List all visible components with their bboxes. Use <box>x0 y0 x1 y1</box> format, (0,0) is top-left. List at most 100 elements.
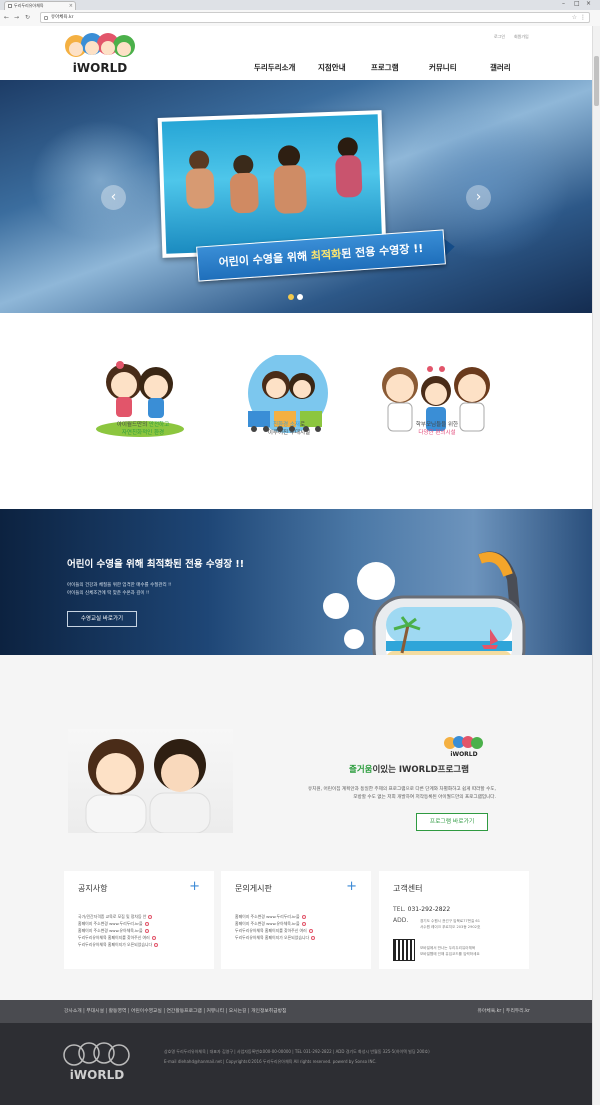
close-window-icon[interactable]: × <box>586 0 591 7</box>
forward-icon[interactable]: → <box>14 14 19 21</box>
slider-next-button[interactable]: › <box>466 185 491 210</box>
browser-menu-icon[interactable]: ⋮ <box>580 13 586 23</box>
item-title: 국가/민간자격증 교육로 모집 및 정차등 안 <box>78 914 147 919</box>
company-info-line: 상호명 두리두리유아체육 | 대표자 김영구 | 사업자등록번호000-00-0… <box>164 1049 430 1054</box>
list-item[interactable]: 홈페이지 주소변경 www.두리두리.kr을 <box>235 913 315 920</box>
new-badge-icon <box>311 936 316 940</box>
list-item[interactable]: 홈페이지 주소변경 www.유아체육.kr을 <box>78 927 158 934</box>
bookmark-star-icon[interactable]: ☆ <box>572 13 577 23</box>
program-description: 유치원, 어린이집 계획안과 동일한 주제의 프로그램으로 다른 단계와 차별화… <box>260 786 496 802</box>
list-item[interactable]: 두리두리유아체육 홈페이지가 오픈되었습니다 <box>235 934 316 941</box>
swim-class-button[interactable]: 수영교실 바로가기 <box>67 611 137 627</box>
caption-text: 로 <box>300 422 306 428</box>
child-figure <box>335 154 363 198</box>
heading-highlight: 즐거움 <box>349 765 373 775</box>
item-title: 홈페이지 주소변경 www.유아체육.kr을 <box>235 921 300 926</box>
nav-item-programs[interactable]: 프로그램 <box>371 62 399 73</box>
slider-prev-button[interactable]: ‹ <box>101 185 126 210</box>
child-figure <box>273 164 308 214</box>
caption-highlight: 친환경 소재 <box>272 422 300 428</box>
child-figure <box>229 172 259 214</box>
address-line: 서수원 레이크 푸르지오 203동 2902호 <box>420 925 481 929</box>
features-section: 아이월드만의 안전하고 자연친화적인 환경 친환경 소재로 이루어진 부대시설 <box>0 313 592 509</box>
caption-text: 아이월드만의 <box>116 422 149 428</box>
item-title: 두리두리유아체육 홈페이지가 오픈되었습니다 <box>235 935 310 940</box>
children-illustration <box>85 739 211 833</box>
url-input[interactable]: 유아체육.kr ☆ ⋮ <box>40 12 590 23</box>
background-blur <box>30 120 170 240</box>
program-button[interactable]: 프로그램 바로가기 <box>416 813 488 831</box>
footer-links[interactable]: 강사소개 | 부대시설 | 활동영역 | 어린이수영교실 | 연간활동프로그램 … <box>64 1007 286 1014</box>
pool-water <box>161 114 383 254</box>
caption-text: 학부모님들을 위한 <box>415 422 459 428</box>
phone-number: TEL. 031-292-2822 <box>393 906 450 913</box>
footer-logo: iWORLD <box>63 1042 130 1082</box>
tel-label: TEL. <box>393 906 406 913</box>
list-item[interactable]: 홈페이지 주소변경 www.두리두리.kr을 <box>78 920 158 927</box>
nav-item-branches[interactable]: 지점안내 <box>318 62 346 73</box>
feature-card: 친환경 소재로 이루어진 부대시설 <box>234 313 344 509</box>
board-title: 고객센터 <box>393 884 423 893</box>
customer-center: 고객센터 TEL. 031-292-2822 ADD. 경기도 수원시 권선구 … <box>379 871 529 969</box>
nav-item-community[interactable]: 커뮤니티 <box>429 62 457 73</box>
program-heading: 즐거움이있는 IWORLD프로그램 <box>349 763 469 775</box>
program-desc-line: 모방할 수도 없는 저희 개발하여 저작등록된 아이월드만의 프로그램입니다. <box>353 795 496 800</box>
browser-tab[interactable]: 두리두리유아체육 × <box>4 1 76 10</box>
chevron-right-icon: › <box>475 189 482 205</box>
promo-description: 아이들의 건강과 체질을 위한 엄격한 매수를 수질관리 !! 아이들의 신체조… <box>67 582 172 598</box>
footer-logo-text: iWORLD <box>70 1068 124 1082</box>
close-tab-icon[interactable]: × <box>69 2 73 10</box>
scrollbar-thumb[interactable] <box>594 56 599 106</box>
new-badge-icon <box>301 922 306 926</box>
new-badge-icon <box>148 915 153 919</box>
bubble-decoration <box>323 593 349 619</box>
list-item[interactable]: 두리두리유아체육 홈페이지를 찾아주신 여러 <box>235 927 315 934</box>
caption-text: 이루어진 부대시설 <box>267 430 311 436</box>
qna-list: 홈페이지 주소변경 www.두리두리.kr을 홈페이지 주소변경 www.유아체… <box>235 913 316 941</box>
maximize-icon[interactable]: □ <box>574 0 580 7</box>
swim-promo-banner: 어린이 수영을 위해 최적화된 전용 수영장 !! 아이들의 건강과 체질을 위… <box>0 509 592 703</box>
qr-line: 모바일에서 만나는 두리두리유아체육 <box>420 946 476 950</box>
logo-text: iWORLD <box>450 751 477 757</box>
slider-dot-active[interactable] <box>288 294 294 300</box>
banner-highlight: 최적화 <box>310 247 342 263</box>
children-photo <box>68 729 233 833</box>
qr-code-icon <box>393 939 415 961</box>
new-badge-icon <box>151 936 156 940</box>
plus-icon[interactable]: + <box>346 879 357 894</box>
iworld-logo[interactable]: iWORLD <box>62 30 138 74</box>
tab-title: 두리두리유아체육 <box>14 3 44 8</box>
login-link[interactable]: 로그인 <box>494 34 505 40</box>
list-item[interactable]: 홈페이지 주소변경 www.유아체육.kr을 <box>235 920 315 927</box>
new-badge-icon <box>301 915 306 919</box>
plus-icon[interactable]: + <box>189 879 200 894</box>
scrollbar[interactable] <box>592 26 600 1105</box>
nav-item-about[interactable]: 두리두리소개 <box>254 62 295 73</box>
url-text: 유아체육.kr <box>51 15 74 20</box>
feature-card: 학부모님들을 위한 다양한 편의시설 <box>382 313 492 509</box>
list-item[interactable]: 국가/민간자격증 교육로 모집 및 정차등 안 <box>78 913 158 920</box>
back-icon[interactable]: ← <box>4 14 9 21</box>
list-item[interactable]: 두리두리유아체육 홈페이지가 오픈되었습니다 <box>78 941 159 948</box>
page-info-icon[interactable] <box>44 16 48 20</box>
caption-highlight: 자연친화적인 환경 <box>121 430 165 436</box>
item-title: 홈페이지 주소변경 www.유아체육.kr을 <box>78 928 143 933</box>
item-title: 두리두리유아체육 홈페이지를 찾아주신 여러 <box>235 928 307 933</box>
bubble-decoration <box>344 629 364 649</box>
banner-text: 된 전용 수영장 !! <box>340 241 424 261</box>
signup-link[interactable]: 회원가입 <box>514 34 529 40</box>
nav-item-gallery[interactable]: 갤러리 <box>490 62 511 73</box>
new-badge-icon <box>308 929 313 933</box>
item-title: 홈페이지 주소변경 www.두리두리.kr을 <box>78 921 143 926</box>
caption-highlight: 다양한 편의시설 <box>418 430 456 436</box>
promo-title: 어린이 수영을 위해 최적화된 전용 수영장 !! <box>67 559 245 570</box>
list-item[interactable]: 두리두리유아체육 홈페이지를 찾아주신 여러 <box>78 934 158 941</box>
banner-text: 어린이 수영을 위해 <box>218 249 312 270</box>
qr-caption: 모바일에서 만나는 두리두리유아체육 모바일웹에 인해 유입코드를 입력하세요 <box>420 945 480 957</box>
footer-site-links[interactable]: 유아체육.kr | 두리두리.kr <box>477 1007 530 1014</box>
promo-desc-line: 아이들의 건강과 체질을 위한 엄격한 매수를 수질관리 !! <box>67 583 172 588</box>
reload-icon[interactable]: ↻ <box>25 14 30 21</box>
slider-dot[interactable] <box>297 294 303 300</box>
footer-nav: 강사소개 | 부대시설 | 활동영역 | 어린이수영교실 | 연간활동프로그램 … <box>0 1000 592 1023</box>
minimize-icon[interactable]: – <box>562 0 565 7</box>
